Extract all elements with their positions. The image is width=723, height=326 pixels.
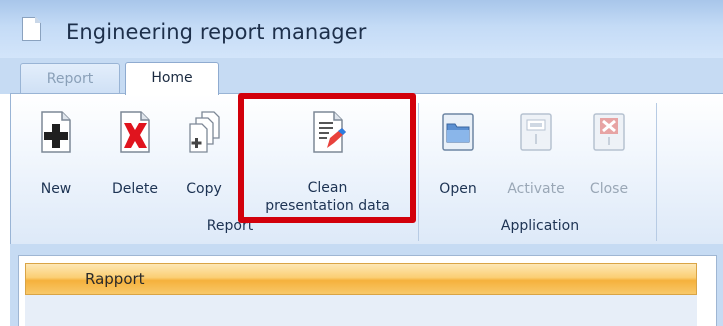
tab-report[interactable]: Report [20, 63, 120, 94]
delete-button[interactable]: Delete [100, 110, 170, 222]
new-button-label: New [40, 181, 72, 197]
clean-button-label-line1: Clean [307, 180, 348, 196]
close-button-label: Close [589, 181, 629, 197]
activate-button-label: Activate [507, 181, 565, 197]
grid-body [25, 295, 697, 326]
window-title: Engineering report manager [66, 20, 367, 44]
document-icon [22, 17, 41, 41]
open-button[interactable]: Open [429, 110, 487, 222]
open-button-label: Open [439, 181, 477, 197]
clean-presentation-data-button[interactable]: Clean presentation data [240, 110, 415, 222]
close-button[interactable]: Close [578, 110, 640, 222]
new-plus-icon [41, 111, 71, 153]
clean-button-label-line2: presentation data [265, 198, 390, 214]
clean-document-brush-icon [312, 111, 346, 153]
delete-x-icon [120, 111, 150, 153]
app-window: Engineering report manager Report Home N… [0, 0, 723, 326]
group-label-report: Report [206, 218, 254, 234]
tab-home[interactable]: Home [125, 62, 219, 95]
title-bar: Engineering report manager [0, 0, 723, 58]
group-separator [656, 103, 657, 241]
activate-button[interactable]: Activate [497, 110, 575, 222]
ribbon-tab-strip: Report Home [0, 58, 723, 95]
grid-group-header-label: Rapport [85, 270, 145, 288]
open-folder-icon [442, 113, 474, 151]
close-x-icon [593, 113, 625, 151]
copy-documents-icon [189, 111, 220, 153]
new-button[interactable]: New [28, 110, 84, 222]
activate-icon [520, 113, 552, 151]
delete-button-label: Delete [112, 181, 158, 197]
copy-button-label: Copy [186, 181, 222, 197]
group-label-application: Application [500, 218, 580, 234]
group-separator [418, 103, 419, 241]
copy-button[interactable]: Copy [175, 110, 233, 222]
